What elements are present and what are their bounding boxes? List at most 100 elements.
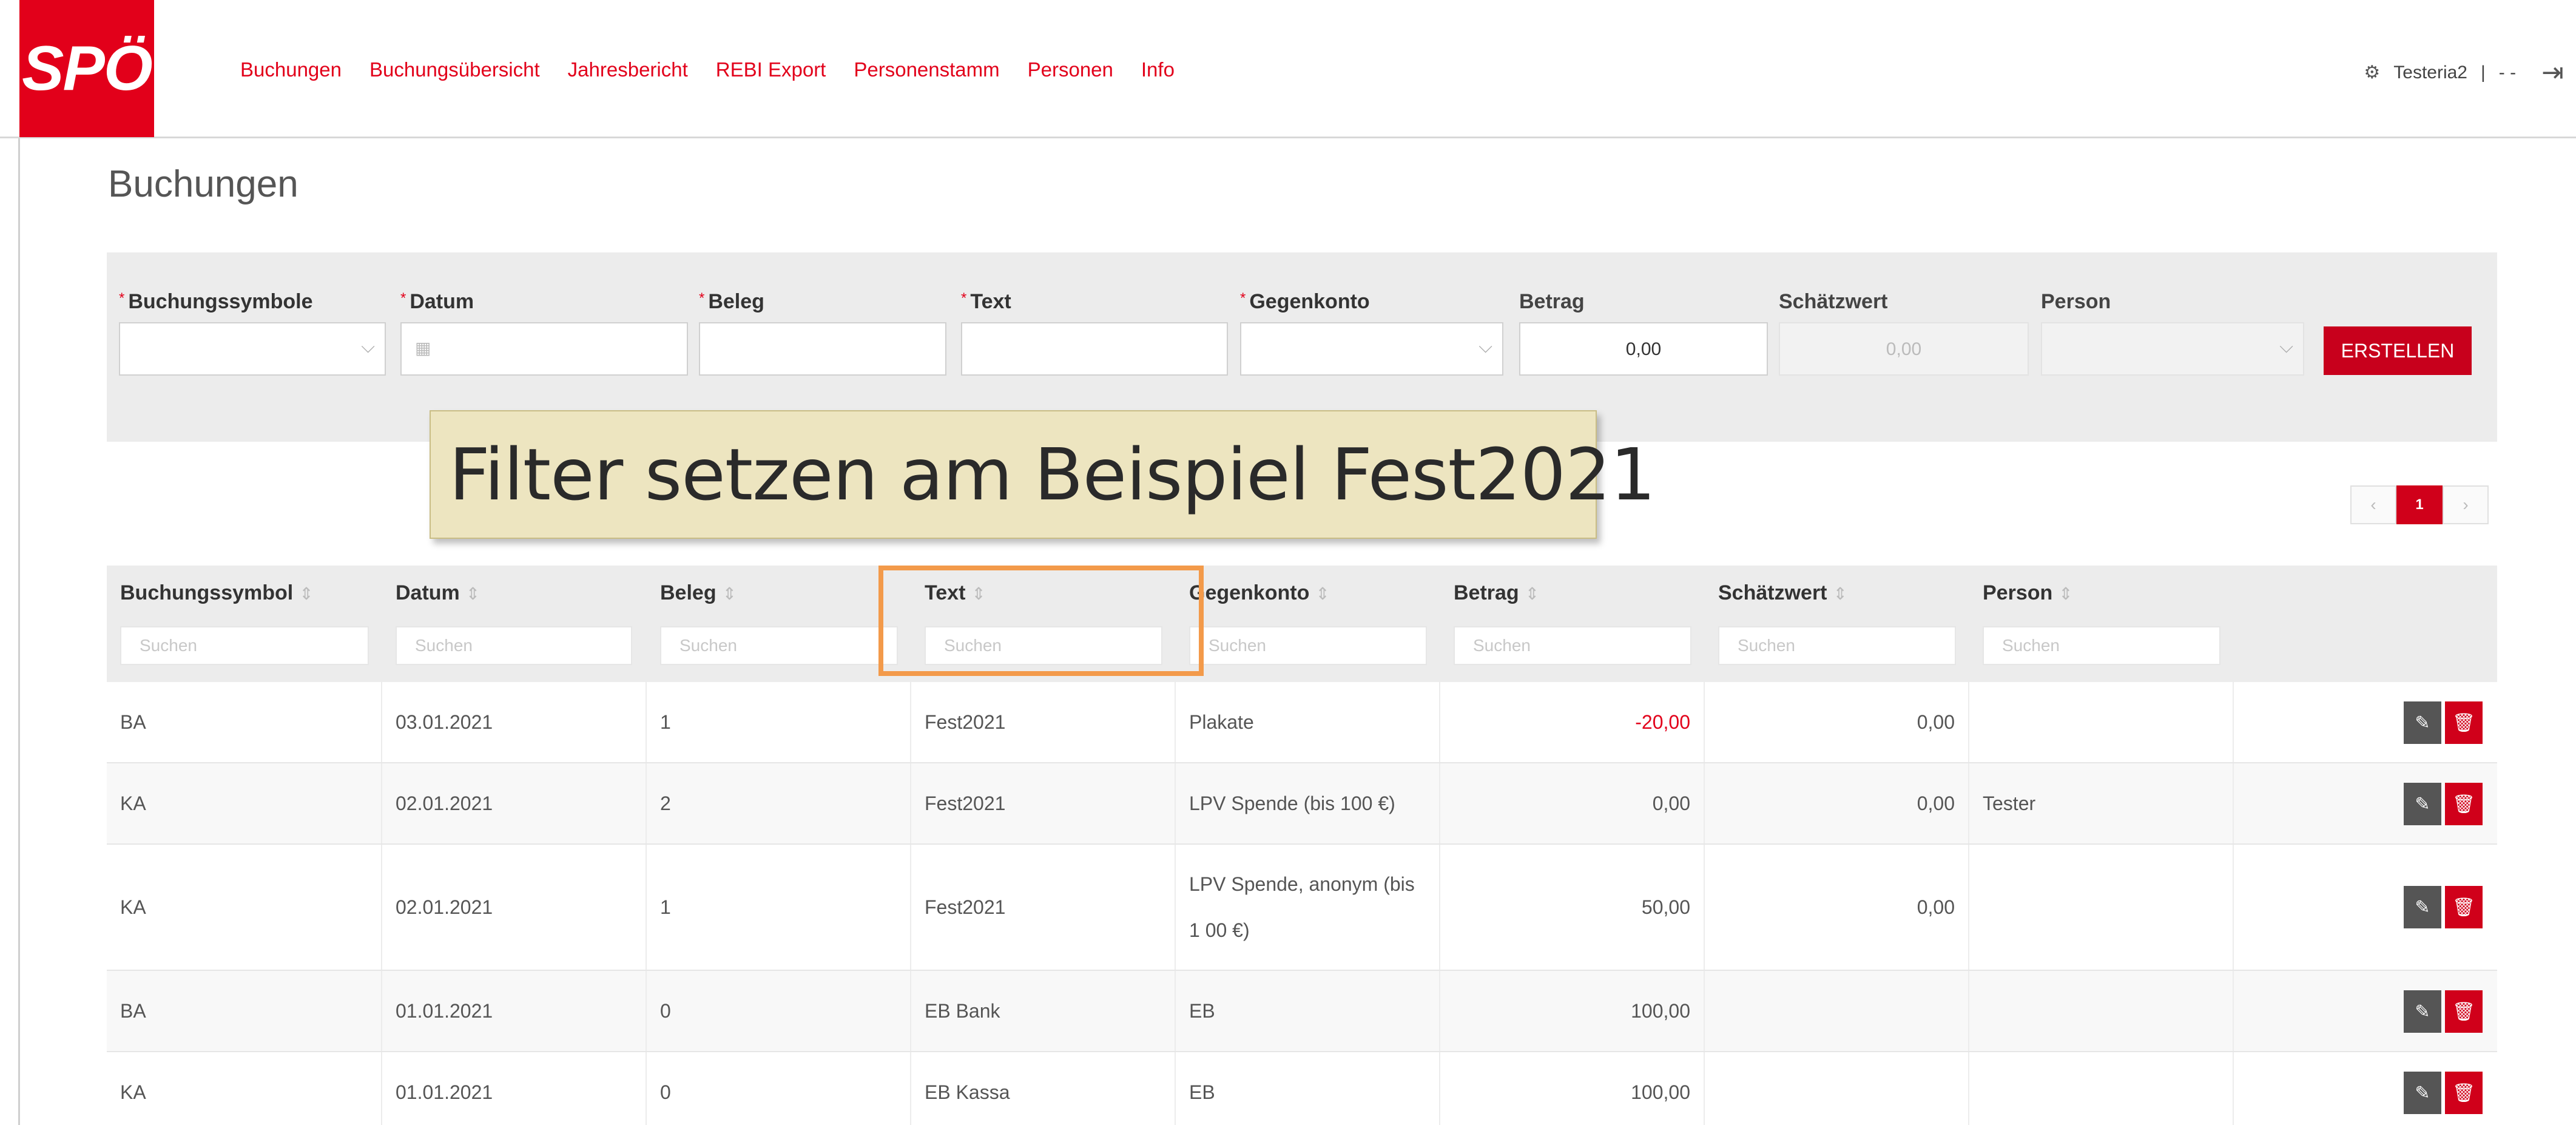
cell-datum: 03.01.2021 bbox=[382, 682, 647, 762]
cell-gegenkonto: Plakate bbox=[1176, 682, 1440, 762]
top-header: SPÖ Buchungen Buchungsübersicht Jahresbe… bbox=[0, 0, 2576, 138]
cell-betrag: -20,00 bbox=[1440, 682, 1705, 762]
search-buchungssymbol[interactable] bbox=[120, 626, 369, 665]
sort-icon[interactable]: ⇕ bbox=[466, 584, 480, 603]
cell-text: Fest2021 bbox=[911, 763, 1176, 843]
cell-datum: 02.01.2021 bbox=[382, 845, 647, 970]
edit-icon[interactable]: ✎ bbox=[2404, 990, 2441, 1033]
col-gegenkonto[interactable]: Gegenkonto ⇕ bbox=[1189, 581, 1330, 605]
trash-icon[interactable]: 🗑 bbox=[2445, 886, 2483, 928]
logout-icon[interactable]: ⇥ bbox=[2541, 57, 2564, 88]
cell-beleg: 0 bbox=[647, 1052, 911, 1125]
table-row: KA 02.01.2021 2 Fest2021 LPV Spende (bis… bbox=[107, 763, 2497, 845]
field-buchungssymbole: * Buchungssymbole ⌵ bbox=[119, 290, 386, 376]
cell-symbol: BA bbox=[107, 971, 382, 1051]
cell-beleg: 1 bbox=[647, 845, 911, 970]
search-gegenkonto[interactable] bbox=[1189, 626, 1427, 665]
gear-icon[interactable]: ⚙ bbox=[2364, 62, 2380, 83]
search-input[interactable] bbox=[1190, 627, 1426, 664]
create-button[interactable]: ERSTELLEN bbox=[2324, 326, 2472, 375]
col-schaetzwert[interactable]: Schätzwert ⇕ bbox=[1718, 581, 1847, 605]
annotation-callout: Filter setzen am Beispiel Fest2021 bbox=[430, 410, 1656, 539]
row-actions: ✎ 🗑 bbox=[2404, 886, 2483, 928]
cell-person bbox=[1969, 682, 2234, 762]
trash-icon[interactable]: 🗑 bbox=[2445, 1072, 2483, 1114]
search-input[interactable] bbox=[1455, 627, 1690, 664]
nav-buchungsuebersicht[interactable]: Buchungsübersicht bbox=[369, 58, 540, 81]
text-input[interactable] bbox=[961, 322, 1228, 376]
col-datum[interactable]: Datum ⇕ bbox=[396, 581, 480, 605]
sort-icon[interactable]: ⇕ bbox=[1833, 584, 1847, 603]
search-input[interactable] bbox=[661, 627, 897, 664]
nav-buchungen[interactable]: Buchungen bbox=[240, 58, 342, 81]
col-beleg[interactable]: Beleg ⇕ bbox=[660, 581, 737, 605]
pagination-prev[interactable]: ‹ bbox=[2350, 485, 2396, 524]
search-beleg[interactable] bbox=[660, 626, 898, 665]
field-schaetzwert: Schätzwert 0,00 bbox=[1779, 290, 2029, 376]
trash-icon[interactable]: 🗑 bbox=[2445, 701, 2483, 744]
sort-icon[interactable]: ⇕ bbox=[2058, 584, 2072, 603]
field-beleg: * Beleg bbox=[699, 290, 946, 376]
trash-icon[interactable]: 🗑 bbox=[2445, 783, 2483, 825]
cell-beleg: 1 bbox=[647, 682, 911, 762]
nav-personenstamm[interactable]: Personenstamm bbox=[854, 58, 999, 81]
cell-gegenkonto: LPV Spende (bis 100 €) bbox=[1176, 763, 1440, 843]
search-datum[interactable] bbox=[396, 626, 632, 665]
col-person[interactable]: Person ⇕ bbox=[1983, 581, 2073, 605]
row-actions: ✎ 🗑 bbox=[2404, 1072, 2483, 1114]
table-row: KA 02.01.2021 1 Fest2021 LPV Spende, ano… bbox=[107, 845, 2497, 971]
spoe-logo[interactable]: SPÖ bbox=[19, 0, 154, 137]
sort-icon[interactable]: ⇕ bbox=[1315, 584, 1329, 603]
search-input[interactable] bbox=[1984, 627, 2219, 664]
buchungssymbole-select[interactable]: ⌵ bbox=[119, 322, 386, 376]
betrag-input[interactable]: 0,00 bbox=[1519, 322, 1768, 376]
sort-icon[interactable]: ⇕ bbox=[1525, 584, 1539, 603]
nav-jahresbericht[interactable]: Jahresbericht bbox=[568, 58, 688, 81]
beleg-input[interactable] bbox=[699, 322, 946, 376]
nav-rebi-export[interactable]: REBI Export bbox=[716, 58, 826, 81]
edit-icon[interactable]: ✎ bbox=[2404, 701, 2441, 744]
sort-icon[interactable]: ⇕ bbox=[299, 584, 313, 603]
trash-icon[interactable]: 🗑 bbox=[2445, 990, 2483, 1033]
cell-person bbox=[1969, 971, 2234, 1051]
cell-datum: 01.01.2021 bbox=[382, 971, 647, 1051]
user-extra: - - bbox=[2498, 62, 2517, 83]
edit-icon[interactable]: ✎ bbox=[2404, 886, 2441, 928]
search-person[interactable] bbox=[1983, 626, 2220, 665]
cell-person bbox=[1969, 845, 2234, 970]
cell-symbol: BA bbox=[107, 682, 382, 762]
annotation-text: Filter setzen am Beispiel Fest2021 bbox=[449, 433, 1656, 516]
user-separator: | bbox=[2481, 62, 2486, 83]
edit-icon[interactable]: ✎ bbox=[2404, 1072, 2441, 1114]
label-buchungssymbole: Buchungssymbole bbox=[128, 290, 313, 313]
search-betrag[interactable] bbox=[1454, 626, 1691, 665]
table-header: Buchungssymbol ⇕ Datum ⇕ Beleg ⇕ Text ⇕ Gege… bbox=[107, 566, 2497, 682]
cell-datum: 01.01.2021 bbox=[382, 1052, 647, 1125]
user-name[interactable]: Testeria2 bbox=[2393, 62, 2467, 83]
search-input[interactable] bbox=[121, 627, 368, 664]
cell-text: EB Bank bbox=[911, 971, 1176, 1051]
search-input[interactable] bbox=[397, 627, 631, 664]
chevron-down-icon: ⌵ bbox=[361, 337, 375, 357]
page-title: Buchungen bbox=[108, 163, 298, 205]
gegenkonto-select[interactable]: ⌵ bbox=[1240, 322, 1503, 376]
search-input[interactable] bbox=[1719, 627, 1955, 664]
sort-icon[interactable]: ⇕ bbox=[723, 584, 737, 603]
nav-personen[interactable]: Personen bbox=[1028, 58, 1113, 81]
cell-betrag: 0,00 bbox=[1440, 763, 1705, 843]
cell-schaetzwert bbox=[1705, 971, 1969, 1051]
pagination-page-1[interactable]: 1 bbox=[2396, 485, 2443, 524]
datum-input[interactable]: ▦ bbox=[400, 322, 688, 376]
edit-icon[interactable]: ✎ bbox=[2404, 783, 2441, 825]
table-row: KA 01.01.2021 0 EB Kassa EB 100,00 ✎ 🗑 bbox=[107, 1052, 2497, 1125]
search-schaetzwert[interactable] bbox=[1718, 626, 1956, 665]
pagination-next[interactable]: › bbox=[2443, 485, 2489, 524]
label-schaetzwert: Schätzwert bbox=[1779, 290, 1888, 313]
col-betrag[interactable]: Betrag ⇕ bbox=[1454, 581, 1539, 605]
col-buchungssymbol[interactable]: Buchungssymbol ⇕ bbox=[120, 581, 314, 605]
person-select: ⌵ bbox=[2041, 322, 2304, 376]
cell-symbol: KA bbox=[107, 763, 382, 843]
cell-text: Fest2021 bbox=[911, 682, 1176, 762]
nav-info[interactable]: Info bbox=[1141, 58, 1175, 81]
cell-schaetzwert: 0,00 bbox=[1705, 682, 1969, 762]
